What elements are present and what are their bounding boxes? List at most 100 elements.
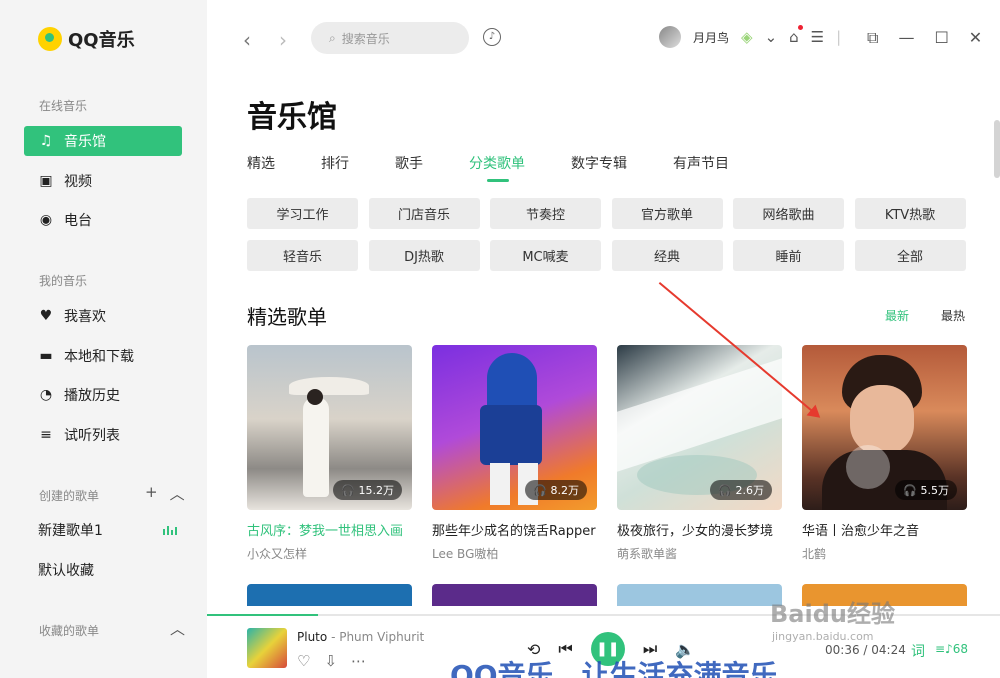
playlist-icon: ≡ (40, 427, 52, 443)
sidebar-item-label: 试听列表 (64, 428, 120, 444)
like-heart-icon[interactable]: ♡ (297, 652, 310, 670)
chevron-up-icon[interactable]: ︿ (170, 618, 185, 639)
tag-button[interactable]: 门店音乐 (368, 198, 480, 229)
play-count: 🎧 5.5万 (895, 480, 957, 500)
sidebar-item-label: 视频 (64, 174, 92, 190)
playlist-title[interactable]: 极夜旅行，少女的漫长梦境 (617, 520, 782, 539)
playback-time: 00:36 / 04:24 (825, 643, 906, 657)
back-arrow-icon[interactable]: ‹ (243, 28, 251, 52)
playlist-cover-image[interactable] (247, 584, 412, 606)
mini-mode-icon[interactable]: ⧉ (867, 28, 878, 48)
minimize-icon[interactable]: — (898, 28, 914, 48)
tag-button[interactable]: 轻音乐 (247, 240, 358, 271)
download-icon[interactable]: ⇩ (324, 652, 337, 670)
playlist-card[interactable]: 🎧 2.6万 极夜旅行，少女的漫长梦境 萌系歌单酱 (617, 345, 782, 562)
playlist-cover-image[interactable] (432, 584, 597, 606)
window-controls: ⧉ — ☐ ✕ (867, 28, 982, 48)
forward-arrow-icon[interactable]: › (279, 28, 287, 52)
vip-diamond-icon[interactable]: ◈ (741, 28, 753, 46)
sort-hottest-link[interactable]: 最热 (941, 307, 965, 324)
maximize-icon[interactable]: ☐ (934, 28, 948, 48)
sidebar-item-label: 播放历史 (64, 388, 120, 404)
my-music-label: 我的音乐 (39, 274, 88, 288)
tag-button[interactable]: 节奏控 (490, 198, 601, 229)
sidebar-item-local-download[interactable]: ▬ 本地和下载 (24, 341, 182, 371)
now-playing-info: Pluto - Phum Viphurit (297, 630, 425, 644)
search-input[interactable]: ⌕ 搜索音乐 (311, 22, 469, 54)
chevron-down-icon[interactable]: ⌄ (765, 28, 778, 46)
collected-playlists-label: 收藏的歌单 (39, 624, 100, 638)
playlist-title[interactable]: 那些年少成名的饶舌Rapper (432, 520, 597, 539)
more-options-icon[interactable]: ⋯ (351, 652, 366, 670)
sidebar-item-label: 我喜欢 (64, 309, 106, 325)
sidebar-item-music-hall[interactable]: ♫ 音乐馆 (24, 126, 182, 156)
playlist-author[interactable]: Lee BG嗷柏 (432, 545, 597, 562)
playlist-cover-image[interactable]: 🎧 15.2万 (247, 345, 412, 510)
tag-button[interactable]: KTV热歌 (854, 198, 966, 229)
tab-digital-albums[interactable]: 数字专辑 (571, 153, 627, 173)
sidebar-item-favorites[interactable]: ♥ 我喜欢 (24, 301, 182, 331)
username[interactable]: 月月鸟 (693, 29, 729, 46)
song-artist[interactable]: Phum Viphurit (339, 630, 424, 644)
add-icon[interactable]: + (145, 483, 158, 504)
search-placeholder: 搜索音乐 (341, 31, 390, 46)
tag-button[interactable]: DJ热歌 (368, 240, 480, 271)
playlist-cover-image[interactable] (617, 584, 782, 606)
tab-audio-programs[interactable]: 有声节目 (673, 153, 729, 173)
sidebar-item-playlist[interactable]: 默认收藏 (24, 555, 182, 585)
sidebar-item-label: 音乐馆 (64, 134, 106, 150)
radio-icon: ◉ (39, 212, 53, 228)
playlist-card[interactable]: 🎧 8.2万 那些年少成名的饶舌Rapper Lee BG嗷柏 (432, 345, 597, 562)
song-title[interactable]: Pluto (297, 630, 327, 644)
tab-singers[interactable]: 歌手 (395, 153, 423, 173)
play-count: 🎧 2.6万 (710, 480, 772, 500)
playlist-cover-image[interactable]: 🎧 5.5万 (802, 345, 967, 510)
tag-button[interactable]: 网络歌曲 (733, 198, 844, 229)
tag-button[interactable]: 睡前 (733, 240, 844, 271)
playlist-title[interactable]: 华语丨治愈少年之音 (802, 520, 967, 539)
playlist-title[interactable]: 古风序：梦我一世相思入画 (247, 520, 412, 539)
lyrics-button[interactable]: 词 (911, 641, 925, 661)
sidebar-item-label: 电台 (64, 213, 92, 229)
sidebar-item-label: 本地和下载 (64, 349, 134, 365)
sidebar-item-trial-list[interactable]: ≡ 试听列表 (24, 420, 182, 450)
avatar[interactable] (659, 26, 681, 48)
play-queue-button[interactable]: ≡♪68 (935, 642, 968, 656)
skin-shirt-icon[interactable]: ⌂ (789, 25, 803, 46)
tab-charts[interactable]: 排行 (321, 153, 349, 173)
tag-button[interactable]: 官方歌单 (611, 198, 723, 229)
playlist-author[interactable]: 小众又怎样 (247, 545, 412, 562)
scrollbar[interactable] (994, 120, 1000, 178)
menu-icon[interactable]: ☰ (811, 28, 824, 46)
tag-button[interactable]: 经典 (611, 240, 723, 271)
music-note-icon: ♫ (39, 133, 53, 149)
tag-button[interactable]: 学习工作 (247, 198, 358, 229)
playlist-cover-image[interactable]: 🎧 2.6万 (617, 345, 782, 510)
sidebar-item-video[interactable]: ▣ 视频 (24, 166, 182, 196)
created-playlists-label: 创建的歌单 (39, 489, 100, 503)
sidebar-item-playlist[interactable]: 新建歌单1 (24, 515, 182, 545)
clock-icon: ◔ (39, 387, 53, 403)
chevron-up-icon[interactable]: ︿ (170, 483, 185, 504)
sidebar-item-history[interactable]: ◔ 播放历史 (24, 380, 182, 410)
sidebar-item-radio[interactable]: ◉ 电台 (24, 205, 182, 235)
app-logo[interactable]: QQ音乐 (38, 26, 135, 52)
close-icon[interactable]: ✕ (969, 28, 982, 48)
page-title: 音乐馆 (247, 100, 337, 135)
voice-search-icon[interactable]: ♪ (483, 28, 501, 46)
tag-button[interactable]: MC喊麦 (490, 240, 601, 271)
playlist-author[interactable]: 北鹤 (802, 545, 967, 562)
playlist-author[interactable]: 萌系歌单酱 (617, 545, 782, 562)
song-actions: ♡ ⇩ ⋯ (297, 652, 366, 670)
tab-featured[interactable]: 精选 (247, 153, 275, 173)
online-music-label: 在线音乐 (39, 99, 88, 113)
playlist-cover-image[interactable]: 🎧 8.2万 (432, 345, 597, 510)
section-title: 精选歌单 (247, 305, 327, 329)
sort-newest-link[interactable]: 最新 (885, 307, 909, 324)
tab-category-playlists[interactable]: 分类歌单 (469, 153, 525, 182)
playlist-card[interactable]: 🎧 15.2万 古风序：梦我一世相思入画 小众又怎样 (247, 345, 412, 562)
playlist-card[interactable]: 🎧 5.5万 华语丨治愈少年之音 北鹤 (802, 345, 967, 562)
tag-button[interactable]: 全部 (854, 240, 966, 271)
now-playing-cover[interactable] (247, 628, 287, 668)
heart-icon: ♥ (39, 308, 53, 324)
